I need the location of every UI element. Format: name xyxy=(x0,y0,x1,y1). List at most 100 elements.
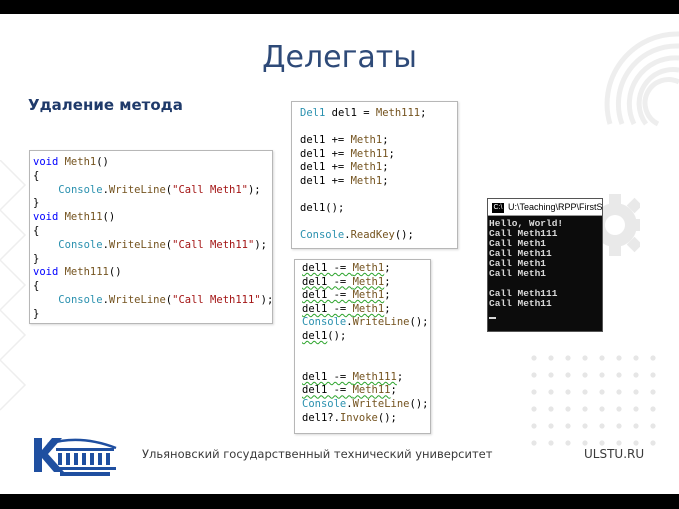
code-token: { xyxy=(33,280,40,293)
code-token: "Call Meth111" xyxy=(172,293,261,306)
decorative-dot xyxy=(650,389,656,395)
console-output: Hello, World! Call Meth111 Call Meth1 Call … xyxy=(488,216,602,319)
code-token: del1 -= xyxy=(302,262,353,274)
code-token: Meth1 xyxy=(350,134,383,147)
code-token: (); xyxy=(409,397,429,410)
code-token: ; xyxy=(384,262,391,274)
code-token: Meth1 xyxy=(350,174,383,187)
decorative-dot xyxy=(531,406,537,412)
decorative-dot xyxy=(548,355,554,361)
code-line: { xyxy=(33,225,272,239)
decorative-dots xyxy=(531,355,656,446)
code-token: (); xyxy=(394,229,414,242)
decorative-dot xyxy=(599,372,605,378)
decorative-dot xyxy=(565,406,571,412)
code-token: Console xyxy=(58,293,103,306)
code-token: void xyxy=(33,156,65,168)
code-token: Console xyxy=(300,229,345,242)
code-token: ; xyxy=(382,174,389,187)
console-line: Call Meth1 xyxy=(489,268,547,279)
code-token: ); xyxy=(247,183,261,196)
code-token: ; xyxy=(384,275,391,288)
code-token: del1 xyxy=(302,411,328,424)
code-line: del1 -= Meth111; xyxy=(302,371,430,385)
decorative-dot xyxy=(616,372,622,378)
decorative-dot xyxy=(531,440,537,446)
code-token: { xyxy=(33,169,40,182)
code-token: del1 += xyxy=(300,161,351,174)
code-token: ; xyxy=(384,302,391,315)
code-token: ); xyxy=(260,293,274,306)
slide-subtitle: Удаление метода xyxy=(28,96,183,114)
code-line: del1(); xyxy=(302,330,430,344)
decorative-dot xyxy=(582,372,588,378)
decorative-dot xyxy=(582,423,588,429)
code-token: del1 -= xyxy=(302,275,353,288)
console-title: U:\Teaching\RPP\FirstSe xyxy=(508,202,602,212)
decorative-dot xyxy=(633,440,639,446)
code-token: () xyxy=(102,211,116,224)
code-token: Meth11 xyxy=(64,211,103,224)
code-token: Meth111 xyxy=(64,266,109,279)
decorative-dot xyxy=(633,423,639,429)
code-token: Meth1 xyxy=(352,275,385,288)
code-token: (); xyxy=(325,202,345,215)
decorative-dot xyxy=(616,406,622,412)
code-token: Meth111 xyxy=(352,370,397,383)
code-token: (); xyxy=(409,316,429,329)
code-line: Console.WriteLine(); xyxy=(302,398,430,412)
code-line: Console.WriteLine("Call Meth111"); xyxy=(33,293,274,308)
code-line: Console.WriteLine("Call Meth11"); xyxy=(33,239,272,253)
code-token: (); xyxy=(327,329,347,342)
code-token: Meth111 xyxy=(375,107,421,119)
code-token: WriteLine xyxy=(352,397,410,410)
decorative-dot xyxy=(633,406,639,412)
code-token: ; xyxy=(420,107,427,119)
code-line: del1 -= Meth1; xyxy=(302,262,430,276)
decorative-dot xyxy=(650,355,656,361)
decorative-dot xyxy=(565,423,571,429)
code-token: del1 -= xyxy=(302,302,353,315)
decorative-dot xyxy=(548,406,554,412)
decorative-dot xyxy=(633,389,639,395)
decorative-arcs xyxy=(604,31,679,127)
code-token: { xyxy=(33,224,40,237)
code-token: del1 -= xyxy=(302,289,353,302)
footer-university: Ульяновский государственный технический … xyxy=(142,447,493,461)
decorative-dot xyxy=(548,440,554,446)
decorative-dot xyxy=(565,355,571,361)
code-token: } xyxy=(33,197,40,210)
code-token: ?. xyxy=(327,411,340,424)
code-token: "Call Meth11" xyxy=(172,238,255,251)
code-line: del1 += Meth1; xyxy=(300,134,457,148)
code-line: del1 += Meth11; xyxy=(300,148,457,162)
decorative-dot xyxy=(531,372,537,378)
code-line: del1 -= Meth1; xyxy=(302,276,430,290)
code-line: del1(); xyxy=(300,202,457,216)
decorative-dot xyxy=(616,423,622,429)
code-line: Console.ReadKey(); xyxy=(300,229,457,243)
code-line: { xyxy=(33,170,272,184)
decorative-dot xyxy=(616,440,622,446)
code-token: Meth1 xyxy=(350,161,383,174)
code-token: ; xyxy=(396,370,404,383)
footer-url[interactable]: ULSTU.RU xyxy=(584,447,644,461)
code-line: del1 += Meth1; xyxy=(300,175,457,189)
code-remove-panel: del1 -= Meth1; del1 -= Meth1; del1 -= Meth… xyxy=(294,259,431,434)
code-token: Meth1 xyxy=(352,289,385,302)
decorative-dot xyxy=(599,355,605,361)
decorative-dot xyxy=(582,389,588,395)
code-token: Invoke xyxy=(339,411,378,424)
decorative-dot xyxy=(582,355,588,361)
code-token: "Call Meth1" xyxy=(172,183,248,196)
decorative-dot xyxy=(599,440,605,446)
decorative-dot xyxy=(633,355,639,361)
decorative-dot xyxy=(599,423,605,429)
code-token: ; xyxy=(390,384,397,397)
decorative-dot xyxy=(650,423,656,429)
code-token: Meth11 xyxy=(350,147,389,160)
decorative-dot xyxy=(582,406,588,412)
console-icon: C:\ xyxy=(492,202,504,213)
code-token: WriteLine xyxy=(352,316,410,329)
